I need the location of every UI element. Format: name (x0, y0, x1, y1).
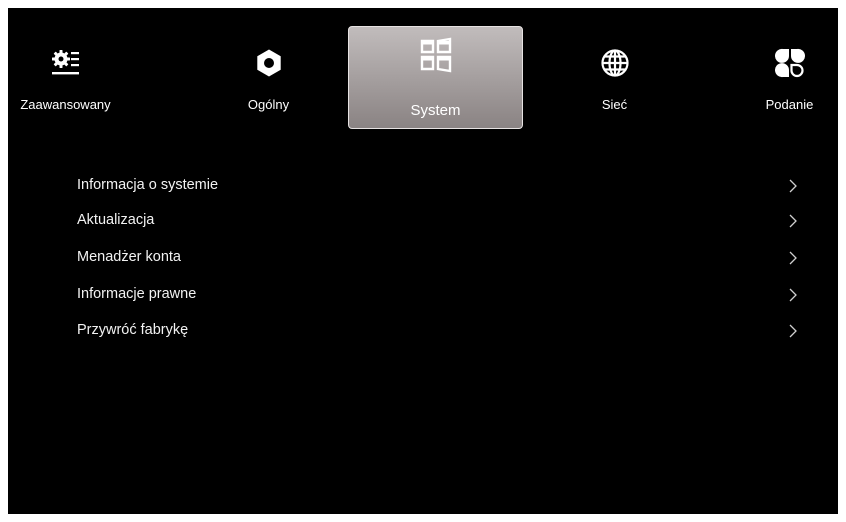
menu-item-account-manager[interactable]: Menadżer konta (63, 241, 803, 275)
menu-item-legal-info[interactable]: Informacje prawne (63, 278, 803, 312)
chevron-right-icon (789, 214, 797, 228)
tab-label: Podanie (765, 97, 814, 112)
chevron-right-icon (789, 251, 797, 265)
gear-icon (256, 49, 281, 77)
tab-network[interactable]: Sieć (527, 26, 702, 129)
menu-item-label: Aktualizacja (77, 212, 155, 228)
tab-advanced[interactable]: Zaawansowany (8, 26, 153, 129)
advanced-settings-icon (51, 50, 79, 75)
menu-item-label: Przywróć fabrykę (77, 322, 189, 338)
menu-item-update[interactable]: Aktualizacja (63, 204, 803, 238)
menu-item-system-info[interactable]: Informacja o systemie (63, 169, 803, 203)
settings-screen: Zaawansowany Ogólny System Sieć Podanie … (8, 8, 838, 514)
tab-label: Sieć (601, 97, 628, 112)
menu-item-label: Menadżer konta (77, 249, 181, 265)
menu-item-label: Informacja o systemie (77, 177, 219, 193)
windows-icon (420, 37, 451, 73)
tab-system[interactable]: System (348, 26, 523, 129)
input-source-icon (774, 48, 805, 78)
tab-label: Zaawansowany (20, 97, 111, 112)
chevron-right-icon (789, 179, 797, 193)
tab-label: Ogólny (247, 97, 290, 112)
chevron-right-icon (789, 324, 797, 338)
menu-item-label: Informacje prawne (77, 286, 197, 302)
tab-general[interactable]: Ogólny (181, 26, 356, 129)
menu-item-factory-reset[interactable]: Przywróć fabrykę (63, 314, 803, 348)
chevron-right-icon (789, 288, 797, 302)
tab-input[interactable]: Podanie (702, 26, 838, 129)
globe-icon (600, 49, 629, 77)
tab-label: System (410, 102, 461, 119)
